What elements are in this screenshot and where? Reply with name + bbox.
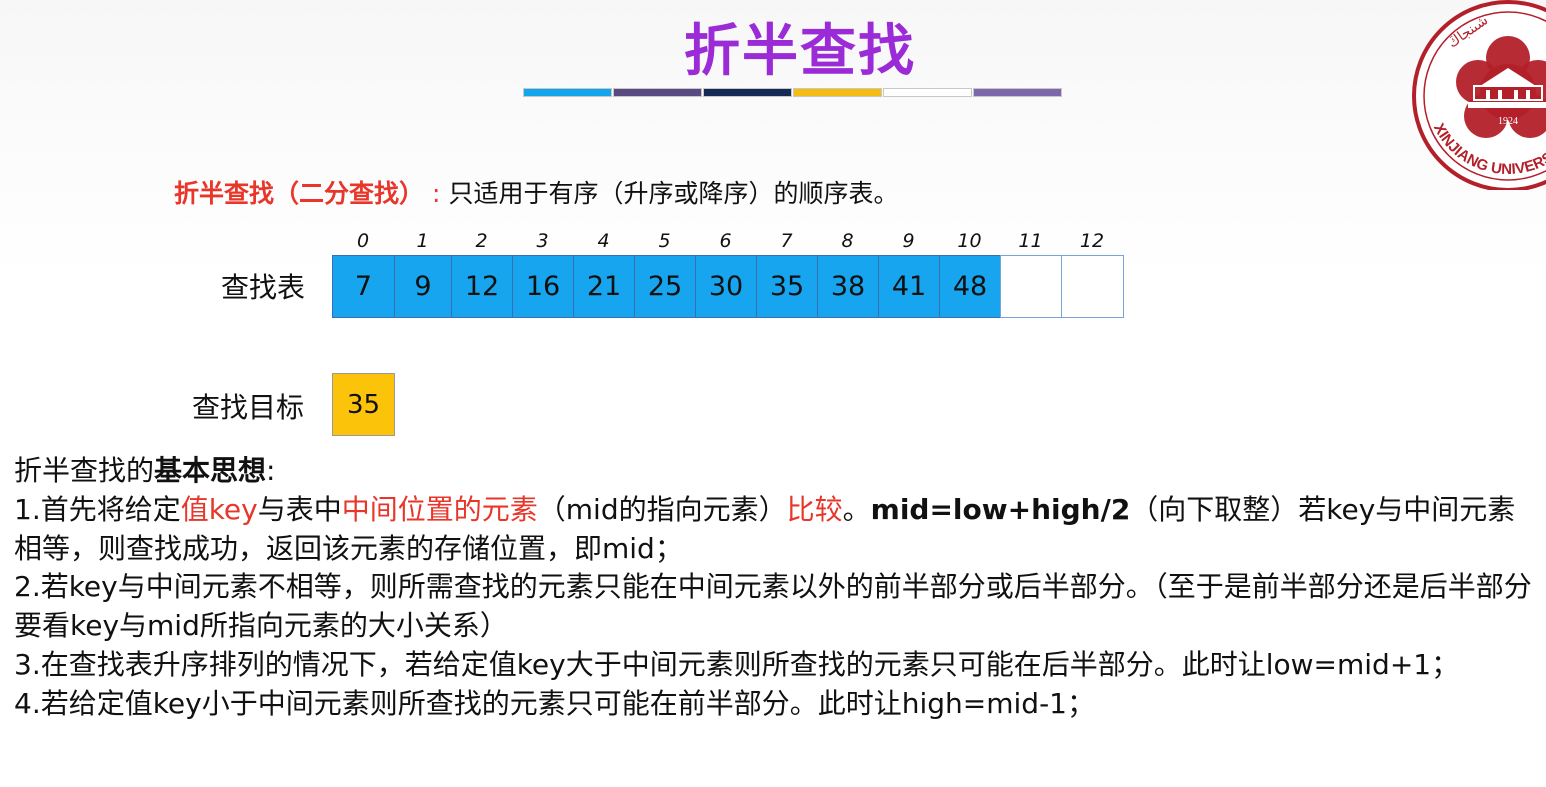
definition-text: 只适用于有序（升序或降序）的顺序表。: [448, 179, 899, 208]
array-index-label: 8: [841, 230, 854, 252]
array-index-label: 5: [658, 230, 671, 252]
color-bar-segment: [793, 88, 882, 97]
search-target-cell: 35: [332, 373, 395, 436]
array-cell-empty: [1061, 255, 1124, 318]
item1-part: 1.首先将给定: [14, 492, 181, 526]
search-target-label: 查找目标: [192, 391, 305, 424]
color-bar-segment: [883, 88, 972, 97]
lookup-table-label: 查找表: [221, 271, 306, 304]
array-index-label: 11: [1018, 230, 1043, 252]
heading-suffix: :: [266, 454, 276, 487]
basic-idea-heading: 折半查找的基本思想:: [14, 452, 1539, 491]
item1-part: （mid的指向元素）: [537, 492, 787, 526]
array-cell: 48: [939, 255, 1001, 318]
definition-colon: :: [432, 179, 441, 208]
array-cell: 41: [878, 255, 940, 318]
idea-item-1: 1.首先将给定值key与表中中间位置的元素（mid的指向元素）比较。mid=lo…: [14, 491, 1539, 569]
array-index-row: 0 1 2 3 4 5 6 7 8 9 10 11 12: [332, 230, 1132, 254]
idea-item-4: 4.若给定值key小于中间元素则所查找的元素只可能在前半部分。此时让high=m…: [14, 686, 1095, 720]
basic-idea-section: 折半查找的基本思想: 1.首先将给定值key与表中中间位置的元素（mid的指向元…: [14, 452, 1539, 724]
array-cell: 9: [394, 255, 452, 318]
definition-term: 折半查找（二分查找）: [174, 179, 425, 208]
color-bar-segment: [523, 88, 612, 97]
array-index-label: 1: [416, 230, 429, 252]
array-index-label: 7: [780, 230, 793, 252]
array-cell: 38: [817, 255, 879, 318]
array-cell: 7: [332, 255, 395, 318]
color-bar-segment: [613, 88, 702, 97]
item1-part: 与表中: [257, 492, 342, 526]
array-cell: 16: [512, 255, 574, 318]
item1-middle-highlight: 中间位置的元素: [341, 492, 538, 526]
definition-line: 折半查找（二分查找）: 只适用于有序（升序或降序）的顺序表。: [174, 174, 898, 210]
array-cell: 25: [634, 255, 696, 318]
array-cell: 21: [573, 255, 635, 318]
decorative-color-bar: [523, 88, 1063, 97]
array-index-label: 3: [536, 230, 549, 252]
array-cell: 12: [451, 255, 513, 318]
item1-formula: mid=low+high/2: [870, 492, 1131, 526]
svg-text:1924: 1924: [1498, 116, 1518, 127]
array-cell: 35: [756, 255, 818, 318]
array-index-label: 10: [957, 230, 982, 252]
item1-compare-highlight: 比较: [786, 492, 843, 526]
lookup-table-array: 7 9 12 16 21 25 30 35 38 41 48: [332, 255, 1124, 318]
idea-item-3: 3.在查找表升序排列的情况下，若给定值key大于中间元素则所查找的元素只可能在后…: [14, 647, 1460, 681]
item1-part: 。: [842, 492, 871, 526]
array-index-label: 12: [1079, 230, 1105, 252]
array-index-label: 2: [475, 230, 488, 252]
array-index-label: 9: [902, 230, 915, 252]
array-index-label: 0: [356, 230, 370, 252]
array-index-label: 4: [597, 230, 610, 252]
heading-bold: 基本思想: [154, 454, 267, 487]
idea-item-2: 2.若key与中间元素不相等，则所需查找的元素只能在中间元素以外的前半部分或后半…: [14, 570, 1532, 643]
page-title: 折半查找: [684, 19, 916, 84]
array-cell: 30: [695, 255, 757, 318]
item1-key-highlight: 值key: [180, 492, 258, 526]
array-index-label: 6: [719, 230, 732, 252]
xinjiang-university-seal-icon: 1924 XINJIANG UNIVERSITY شىنجاڭ: [1408, 0, 1546, 190]
color-bar-segment: [973, 88, 1062, 97]
color-bar-segment: [703, 88, 792, 97]
heading-prefix: 折半查找的: [14, 454, 155, 487]
array-cell-empty: [1000, 255, 1062, 318]
